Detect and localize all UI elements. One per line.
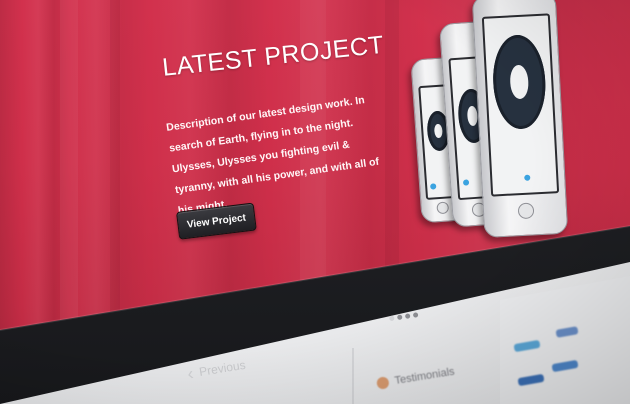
phone-mockup-large xyxy=(471,0,569,239)
page-canvas: LATEST PROJECT Description of our latest… xyxy=(0,0,630,404)
carousel-dot[interactable] xyxy=(412,312,419,318)
carousel-dot[interactable] xyxy=(389,315,395,322)
carousel-dot[interactable] xyxy=(396,314,403,321)
carousel-dot[interactable] xyxy=(404,313,411,319)
person-icon xyxy=(376,376,390,390)
